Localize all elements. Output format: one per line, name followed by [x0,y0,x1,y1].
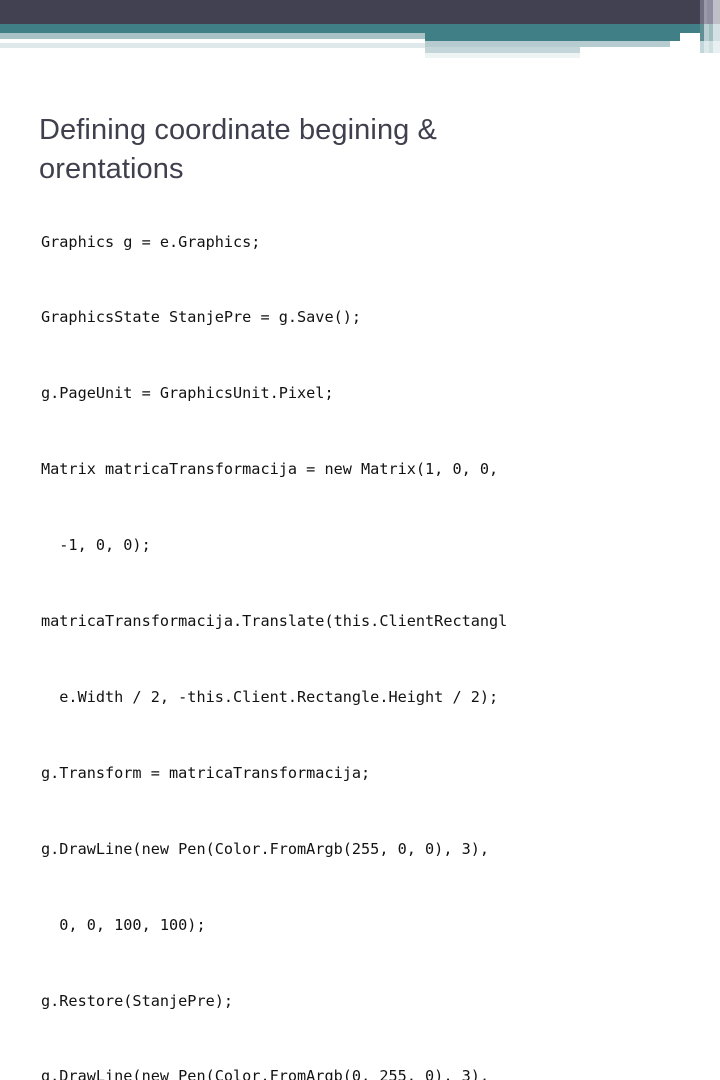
code-line: Matrix matricaTransformacija = new Matri… [41,460,499,479]
code-line: g.PageUnit = GraphicsUnit.Pixel; [41,384,334,403]
code-line: matricaTransformacija.Translate(this.Cli… [41,612,508,631]
code-line: Graphics g = e.Graphics; [41,232,261,251]
code-line: g.DrawLine(new Pen(Color.FromArgb(255, 0… [41,839,490,858]
code-line: 0, 0, 100, 100); [41,915,206,934]
header-stripe-lower-band-3 [700,53,720,70]
code-line: GraphicsState StanjePre = g.Save(); [41,308,362,327]
code-block: Graphics g = e.Graphics; GraphicsState S… [41,179,691,1080]
code-line: -1, 0, 0); [41,536,151,555]
header-band-navy [0,0,720,24]
slide-header-decoration [0,0,720,70]
header-band-teal-right [425,33,680,41]
code-line: e.Width / 2, -this.Client.Rectangle.Heig… [41,687,499,706]
code-line: g.Transform = matricaTransformacija; [41,763,371,782]
header-band-light-lower-left [0,43,425,48]
code-line: g.Restore(StanjePre); [41,991,234,1010]
header-band-palest-right [425,53,580,58]
code-line: g.DrawLine(new Pen(Color.FromArgb(0, 255… [41,1067,490,1080]
slide-title: Defining coordinate begining & orentatio… [39,114,437,186]
header-band-teal [0,24,720,33]
